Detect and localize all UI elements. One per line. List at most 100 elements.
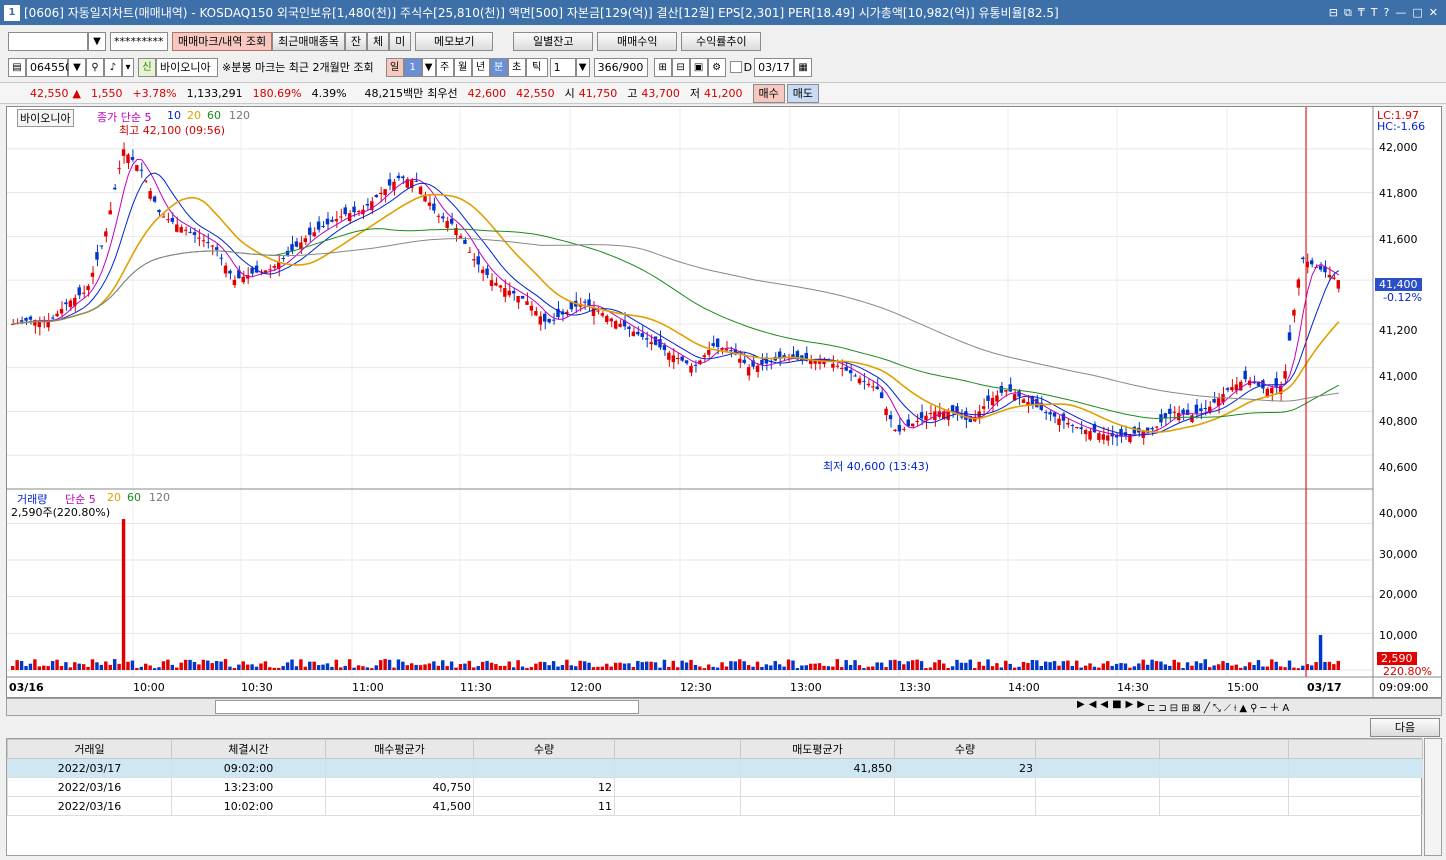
- volume-bar: [840, 667, 844, 670]
- chevron-down-icon[interactable]: ▾: [122, 57, 134, 77]
- col-buy-qty[interactable]: 수량: [473, 739, 615, 759]
- date-input[interactable]: 03/17: [754, 57, 795, 77]
- cell-empty: [614, 777, 741, 797]
- volume-bar: [104, 661, 108, 670]
- volume-bar: [1265, 666, 1270, 670]
- candle-body: [507, 290, 511, 296]
- candle-body: [418, 186, 423, 195]
- volume-bar: [649, 661, 653, 670]
- tab-unfilled[interactable]: 미: [389, 31, 412, 51]
- ma-legend-120: 120: [229, 109, 250, 122]
- tab-filled[interactable]: 체: [367, 31, 390, 51]
- tab-trade-marks[interactable]: 매매마크/내역 조회: [172, 31, 273, 51]
- candle-body: [538, 316, 542, 325]
- candle-body: [503, 288, 507, 297]
- volume-bar: [981, 665, 986, 670]
- x-tick: 10:00: [133, 681, 165, 694]
- candle-body: [995, 395, 999, 402]
- volume-bar: [1141, 659, 1145, 670]
- maximize-icon[interactable]: □: [1412, 6, 1422, 20]
- restore-icon[interactable]: ⧉: [1344, 6, 1352, 20]
- help-icon[interactable]: ?: [1384, 6, 1390, 20]
- zoom-out-icon[interactable]: ⊟: [671, 57, 690, 77]
- volume-bar: [746, 665, 751, 670]
- search-icon[interactable]: ⚲: [86, 57, 104, 77]
- next-button[interactable]: 다음: [1370, 718, 1440, 737]
- period-month-button[interactable]: 월: [453, 57, 472, 77]
- period-tick-button[interactable]: 틱: [525, 57, 548, 77]
- zoom-in-icon[interactable]: ⊞: [653, 57, 672, 77]
- close-icon[interactable]: ✕: [1429, 6, 1438, 20]
- cell-sell-avg: 41,850: [740, 758, 895, 778]
- trade-profit-button[interactable]: 매매수익: [597, 31, 678, 51]
- volume-bar: [764, 664, 769, 670]
- chart-scrollbar[interactable]: ▶◀◀■▶▶ ⊏⊐⊟⊞⊠╱⤡⟋⟊▲⚲─＋A: [6, 698, 1442, 716]
- period-week-button[interactable]: 주: [435, 57, 454, 77]
- playback-controls[interactable]: ▶◀◀■▶▶: [1077, 699, 1149, 710]
- x-tick: 12:30: [680, 681, 712, 694]
- period-minute-button[interactable]: 분: [489, 57, 508, 77]
- chevron-down-icon[interactable]: ▼: [421, 57, 436, 77]
- volume-ratio: 180.69%: [252, 86, 302, 100]
- period-year-button[interactable]: 년: [471, 57, 490, 77]
- tab-recent-trades[interactable]: 최근매매종목: [272, 31, 345, 51]
- chart-area[interactable]: 바이오니아 종가 단순 5 10 20 60 120 최고 42,100 (09…: [6, 106, 1442, 698]
- pin-icon[interactable]: ⊟: [1329, 6, 1338, 20]
- drawing-tools[interactable]: ⊏⊐⊟⊞⊠╱⤡⟋⟊▲⚲─＋A: [1147, 699, 1292, 714]
- save-icon[interactable]: ▣: [689, 57, 708, 77]
- chevron-down-icon[interactable]: ▼: [88, 31, 106, 51]
- volume-bar: [729, 661, 733, 670]
- count-field[interactable]: 366/900: [593, 57, 648, 77]
- scroll-thumb[interactable]: [215, 700, 639, 714]
- stock-panel-icon[interactable]: ▤: [8, 57, 26, 77]
- unit-input[interactable]: 1: [549, 57, 576, 77]
- candle-body: [112, 187, 117, 190]
- chevron-down-icon[interactable]: ▼: [68, 57, 86, 77]
- period-second-button[interactable]: 초: [507, 57, 526, 77]
- date-checkbox[interactable]: [729, 61, 742, 73]
- table-row[interactable]: 2022/03/16 13:23:00 40,750 12: [7, 777, 1423, 797]
- buy-button[interactable]: 매수: [752, 83, 785, 103]
- col-sell-avg[interactable]: 매도평균가: [740, 739, 895, 759]
- volume-bar: [436, 665, 441, 670]
- speaker-icon[interactable]: ♪: [104, 57, 122, 77]
- daily-balance-button[interactable]: 일별잔고: [513, 31, 594, 51]
- password-field[interactable]: *********: [110, 31, 168, 51]
- volume-bar: [1185, 662, 1190, 670]
- minimize-icon[interactable]: —: [1395, 6, 1406, 20]
- candle-body: [516, 296, 520, 303]
- col-buy-avg[interactable]: 매수평균가: [325, 739, 474, 759]
- calendar-icon[interactable]: ▦: [794, 57, 813, 77]
- interval-input[interactable]: 1: [403, 57, 422, 77]
- col-exec-time[interactable]: 체결시간: [171, 739, 326, 759]
- price-chart[interactable]: [7, 107, 1441, 697]
- font-icon[interactable]: T: [1371, 6, 1378, 20]
- candle-body: [50, 317, 55, 319]
- last-volume-marker: 2,590: [1377, 652, 1417, 665]
- volume-bar: [613, 662, 618, 670]
- table-row[interactable]: 2022/03/17 09:02:00 41,850 23: [7, 758, 1423, 778]
- vol-y-tick: 40,000: [1379, 507, 1418, 520]
- link-icon[interactable]: ₸: [1358, 6, 1365, 20]
- return-trend-button[interactable]: 수익률추이: [681, 31, 762, 51]
- memo-button[interactable]: 메모보기: [415, 31, 494, 51]
- account-select[interactable]: [8, 31, 88, 51]
- sell-button[interactable]: 매도: [786, 83, 820, 103]
- col-empty: [1288, 739, 1423, 759]
- grid-vertical-scrollbar[interactable]: [1424, 738, 1442, 856]
- candle-body: [875, 386, 879, 390]
- chevron-down-icon[interactable]: ▼: [575, 57, 590, 77]
- candle-body: [888, 415, 893, 420]
- period-day-button[interactable]: 일: [385, 57, 404, 77]
- tab-balance[interactable]: 잔: [344, 31, 368, 51]
- table-row[interactable]: 2022/03/16 10:02:00 41,500 11: [7, 796, 1423, 816]
- candle-body: [374, 194, 378, 198]
- volume-bar: [1274, 661, 1278, 670]
- col-sell-qty[interactable]: 수량: [894, 739, 1036, 759]
- stock-code-input[interactable]: 064550: [26, 57, 72, 77]
- candle-body: [684, 360, 689, 364]
- gear-icon[interactable]: ⚙: [707, 57, 726, 77]
- candle-body: [1145, 427, 1150, 431]
- candle-body: [702, 355, 707, 358]
- col-trade-date[interactable]: 거래일: [7, 739, 172, 759]
